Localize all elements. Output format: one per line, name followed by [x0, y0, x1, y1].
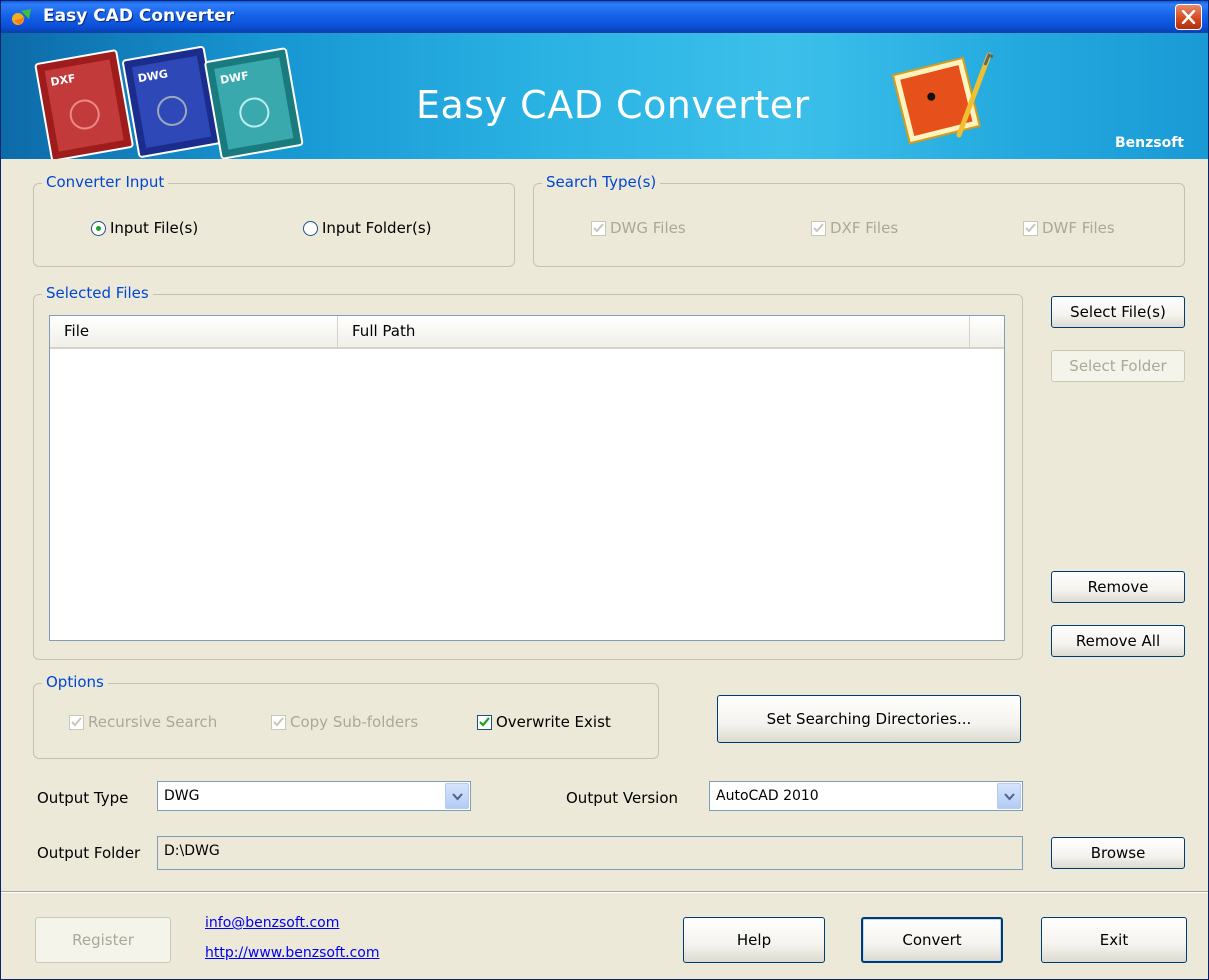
email-link[interactable]: info@benzsoft.com	[205, 915, 339, 931]
dxf-files-checkbox[interactable]: DXF Files	[811, 219, 898, 237]
help-button[interactable]: Help	[683, 917, 825, 963]
register-button[interactable]: Register	[35, 917, 171, 963]
convert-button[interactable]: Convert	[861, 917, 1003, 963]
selected-files-list[interactable]: File Full Path	[49, 315, 1005, 641]
browse-button[interactable]: Browse	[1051, 837, 1185, 869]
checkmark-icon	[271, 714, 286, 730]
checkmark-icon	[591, 220, 606, 236]
dxf-files-label: DXF Files	[830, 219, 899, 237]
chevron-down-icon	[452, 793, 463, 801]
output-type-value: DWG	[164, 788, 200, 804]
copy-subfolders-checkbox[interactable]: Copy Sub-folders	[271, 713, 418, 731]
window-title: Easy CAD Converter	[43, 6, 235, 26]
title-bar[interactable]: Easy CAD Converter	[1, 1, 1208, 33]
remove-all-button[interactable]: Remove All	[1051, 625, 1185, 657]
overwrite-exist-checkbox[interactable]: Overwrite Exist	[477, 713, 611, 731]
input-folders-label: Input Folder(s)	[322, 219, 432, 237]
app-window: Easy CAD Converter DXF DWG DWF Easy CAD …	[0, 0, 1209, 980]
list-header: File Full Path	[50, 316, 1004, 349]
radio-unselected-icon	[303, 220, 318, 236]
dwg-files-label: DWG Files	[610, 219, 686, 237]
checkmark-icon	[811, 220, 826, 236]
column-header-file[interactable]: File	[50, 316, 338, 347]
output-folder-field[interactable]: D:\DWG	[157, 836, 1023, 870]
footer-separator	[1, 891, 1208, 893]
dwg-files-checkbox[interactable]: DWG Files	[591, 219, 686, 237]
output-folder-value: D:\DWG	[164, 843, 220, 859]
recursive-search-label: Recursive Search	[88, 713, 218, 731]
dwf-files-label: DWF Files	[1042, 219, 1115, 237]
cad-documents-icon: DXF DWG DWF	[34, 45, 304, 159]
select-files-button[interactable]: Select File(s)	[1051, 296, 1185, 328]
chevron-down-icon	[1004, 793, 1015, 801]
search-types-legend: Search Type(s)	[542, 173, 661, 191]
app-icon	[11, 7, 33, 27]
paint-canvas-icon	[891, 52, 994, 145]
selected-files-legend: Selected Files	[42, 284, 153, 302]
checkmark-icon	[477, 714, 492, 730]
output-version-value: AutoCAD 2010	[716, 788, 819, 804]
exit-button[interactable]: Exit	[1041, 917, 1187, 963]
brand-label: Benzsoft	[1114, 135, 1184, 151]
close-button[interactable]	[1175, 4, 1202, 30]
dwf-files-checkbox[interactable]: DWF Files	[1023, 219, 1115, 237]
remove-button[interactable]: Remove	[1051, 571, 1185, 603]
output-version-label: Output Version	[566, 789, 679, 807]
header-banner: DXF DWG DWF Easy CAD Converter Benzsoft	[1, 33, 1208, 159]
input-files-label: Input File(s)	[110, 219, 199, 237]
output-folder-label: Output Folder	[37, 844, 141, 862]
checkmark-icon	[1023, 220, 1038, 236]
dropdown-arrow[interactable]	[997, 783, 1021, 809]
copy-subfolders-label: Copy Sub-folders	[290, 713, 419, 731]
output-type-label: Output Type	[37, 789, 129, 807]
close-icon	[1181, 10, 1196, 24]
overwrite-exist-label: Overwrite Exist	[496, 713, 611, 731]
output-type-select[interactable]: DWG	[157, 781, 471, 811]
website-link[interactable]: http://www.benzsoft.com	[205, 945, 380, 961]
recursive-search-checkbox[interactable]: Recursive Search	[69, 713, 217, 731]
checkmark-icon	[69, 714, 84, 730]
options-legend: Options	[42, 673, 108, 691]
converter-input-legend: Converter Input	[42, 173, 169, 191]
radio-selected-icon	[91, 220, 106, 236]
set-searching-directories-button[interactable]: Set Searching Directories...	[717, 695, 1021, 743]
output-version-select[interactable]: AutoCAD 2010	[709, 781, 1023, 811]
column-header-full-path[interactable]: Full Path	[338, 316, 970, 347]
select-folder-button[interactable]: Select Folder	[1051, 350, 1185, 382]
banner-title: Easy CAD Converter	[416, 83, 810, 127]
input-folders-radio[interactable]: Input Folder(s)	[303, 219, 431, 237]
input-files-radio[interactable]: Input File(s)	[91, 219, 198, 237]
dropdown-arrow[interactable]	[445, 783, 469, 809]
